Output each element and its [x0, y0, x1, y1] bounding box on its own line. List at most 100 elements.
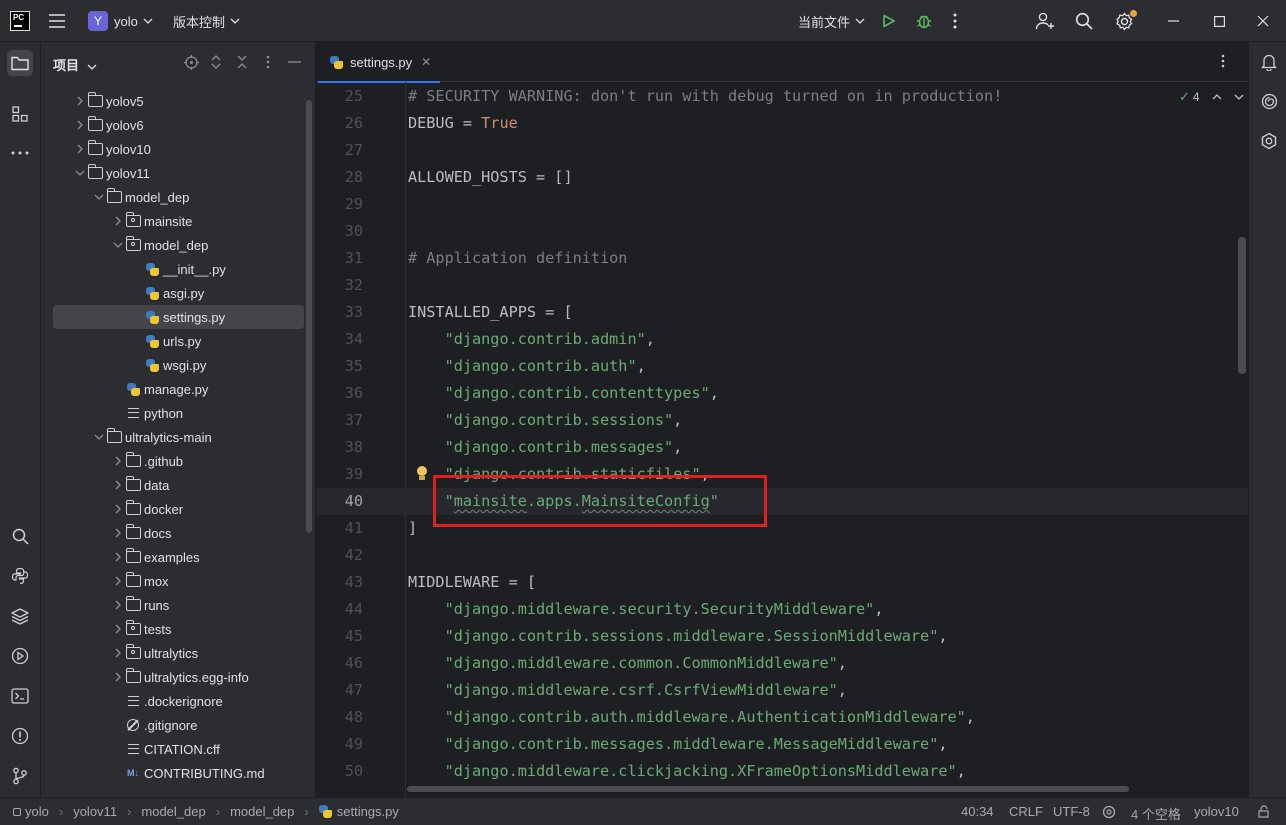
chevron-down-icon[interactable]: [1234, 94, 1244, 100]
terminal-button[interactable]: [7, 683, 33, 709]
python-console-button[interactable]: [7, 563, 33, 589]
tab-settings-py[interactable]: settings.py ✕: [316, 42, 442, 83]
tree-item[interactable]: M↓ CONTRIBUTING.md: [53, 761, 304, 785]
project-panel-title[interactable]: 项目: [53, 55, 97, 74]
tree-item[interactable]: CITATION.cff: [53, 737, 304, 761]
code-line[interactable]: 42: [316, 542, 1248, 569]
tree-item[interactable]: urls.py: [53, 329, 304, 353]
python-interpreter[interactable]: yolov10: [1194, 804, 1239, 819]
tree-item[interactable]: manage.py: [53, 377, 304, 401]
line-ending[interactable]: CRLF: [1009, 804, 1043, 819]
code-line[interactable]: 32: [316, 272, 1248, 299]
chevron-down-icon[interactable]: [111, 238, 125, 252]
git-button[interactable]: [7, 763, 33, 789]
code-line[interactable]: 44 "django.middleware.security.SecurityM…: [316, 596, 1248, 623]
tree-item[interactable]: yolov6: [53, 113, 304, 137]
code-line[interactable]: 34 "django.contrib.admin",: [316, 326, 1248, 353]
chevron-down-icon[interactable]: [92, 430, 106, 444]
tree-item[interactable]: settings.py: [53, 305, 304, 329]
tree-item[interactable]: data: [53, 473, 304, 497]
options-icon[interactable]: [260, 54, 276, 70]
lock-icon[interactable]: [1258, 805, 1271, 818]
code-line[interactable]: 29: [316, 191, 1248, 218]
settings-button[interactable]: [1115, 0, 1137, 42]
tree-item[interactable]: wsgi.py: [53, 353, 304, 377]
code-line[interactable]: 47 "django.middleware.csrf.CsrfViewMiddl…: [316, 677, 1248, 704]
project-switcher[interactable]: yolo: [114, 0, 153, 42]
tree-item[interactable]: model_dep: [53, 233, 304, 257]
tree-item[interactable]: ultralytics.egg-info: [53, 665, 304, 689]
chevron-down-icon[interactable]: [73, 166, 87, 180]
tree-item[interactable]: docs: [53, 521, 304, 545]
code-line[interactable]: 37 "django.contrib.sessions",: [316, 407, 1248, 434]
expand-all-icon[interactable]: [208, 54, 224, 70]
vcs-menu[interactable]: 版本控制: [173, 0, 240, 42]
main-menu-button[interactable]: [48, 0, 70, 42]
chevron-right-icon[interactable]: [73, 118, 87, 132]
tree-item[interactable]: ultralytics-main: [53, 425, 304, 449]
chevron-right-icon[interactable]: [111, 574, 125, 588]
tree-item[interactable]: yolov5: [53, 89, 304, 113]
code-line[interactable]: 25 # SECURITY WARNING: don't run with deb…: [316, 83, 1248, 110]
find-tool-button[interactable]: [7, 523, 33, 549]
more-actions-button[interactable]: [953, 0, 957, 42]
breadcrumb-item[interactable]: model_dep: [141, 804, 205, 819]
problems-button[interactable]: [7, 723, 33, 749]
code-line[interactable]: 33 INSTALLED_APPS = [: [316, 299, 1248, 326]
code-line[interactable]: 36 "django.contrib.contenttypes",: [316, 380, 1248, 407]
code-with-me-button[interactable]: [1035, 0, 1055, 42]
code-line[interactable]: 45 "django.contrib.sessions.middleware.S…: [316, 623, 1248, 650]
chevron-right-icon[interactable]: [111, 526, 125, 540]
code-line[interactable]: 43 MIDDLEWARE = [: [316, 569, 1248, 596]
close-tab-icon[interactable]: ✕: [421, 55, 431, 69]
chevron-right-icon[interactable]: [73, 142, 87, 156]
ai-assistant-button[interactable]: [1259, 91, 1279, 111]
project-badge[interactable]: Y: [88, 11, 108, 31]
code-line[interactable]: 30: [316, 218, 1248, 245]
code-line[interactable]: 28 ALLOWED_HOSTS = []: [316, 164, 1248, 191]
tree-item[interactable]: mainsite: [53, 209, 304, 233]
tree-item[interactable]: yolov10: [53, 137, 304, 161]
code-line[interactable]: 38 "django.contrib.messages",: [316, 434, 1248, 461]
tree-item[interactable]: examples: [53, 545, 304, 569]
chevron-right-icon[interactable]: [111, 454, 125, 468]
tree-item[interactable]: ultralytics: [53, 641, 304, 665]
locate-icon[interactable]: [183, 54, 199, 70]
chevron-right-icon[interactable]: [111, 550, 125, 564]
maximize-button[interactable]: [1196, 0, 1242, 42]
close-button[interactable]: [1240, 0, 1286, 42]
chevron-down-icon[interactable]: [92, 190, 106, 204]
tree-item[interactable]: asgi.py: [53, 281, 304, 305]
notifications-button[interactable]: [1259, 52, 1279, 72]
chevron-up-icon[interactable]: [1212, 94, 1222, 100]
more-tools-button[interactable]: [7, 140, 33, 166]
run-config-selector[interactable]: 当前文件: [798, 0, 865, 42]
breadcrumb-item[interactable]: yolov11: [73, 804, 117, 819]
code-line[interactable]: 27: [316, 137, 1248, 164]
editor-vertical-scrollbar[interactable]: [1238, 237, 1246, 374]
run-button[interactable]: [882, 0, 896, 42]
ai-status-icon[interactable]: [1102, 805, 1116, 819]
project-tool-button[interactable]: [7, 50, 33, 76]
collapse-all-icon[interactable]: [234, 54, 250, 70]
tree-item[interactable]: mox: [53, 569, 304, 593]
tree-item[interactable]: python: [53, 401, 304, 425]
hide-panel-icon[interactable]: [286, 54, 302, 70]
tab-options-icon[interactable]: [1221, 54, 1225, 68]
code-line[interactable]: 48 "django.contrib.auth.middleware.Authe…: [316, 704, 1248, 731]
structure-tool-button[interactable]: [7, 101, 33, 127]
code-line[interactable]: 46 "django.middleware.common.CommonMiddl…: [316, 650, 1248, 677]
chevron-right-icon[interactable]: [111, 214, 125, 228]
lightbulb-icon[interactable]: [415, 465, 429, 483]
chevron-right-icon[interactable]: [111, 478, 125, 492]
editor-horizontal-scrollbar[interactable]: [407, 786, 1129, 792]
tree-item[interactable]: tests: [53, 617, 304, 641]
chevron-right-icon[interactable]: [111, 598, 125, 612]
plugin-button[interactable]: [1259, 131, 1279, 151]
tree-item[interactable]: .dockerignore: [53, 689, 304, 713]
tree-item[interactable]: runs: [53, 593, 304, 617]
chevron-right-icon[interactable]: [111, 646, 125, 660]
chevron-right-icon[interactable]: [111, 622, 125, 636]
tree-item[interactable]: docker: [53, 497, 304, 521]
code-line[interactable]: 26 DEBUG = True: [316, 110, 1248, 137]
